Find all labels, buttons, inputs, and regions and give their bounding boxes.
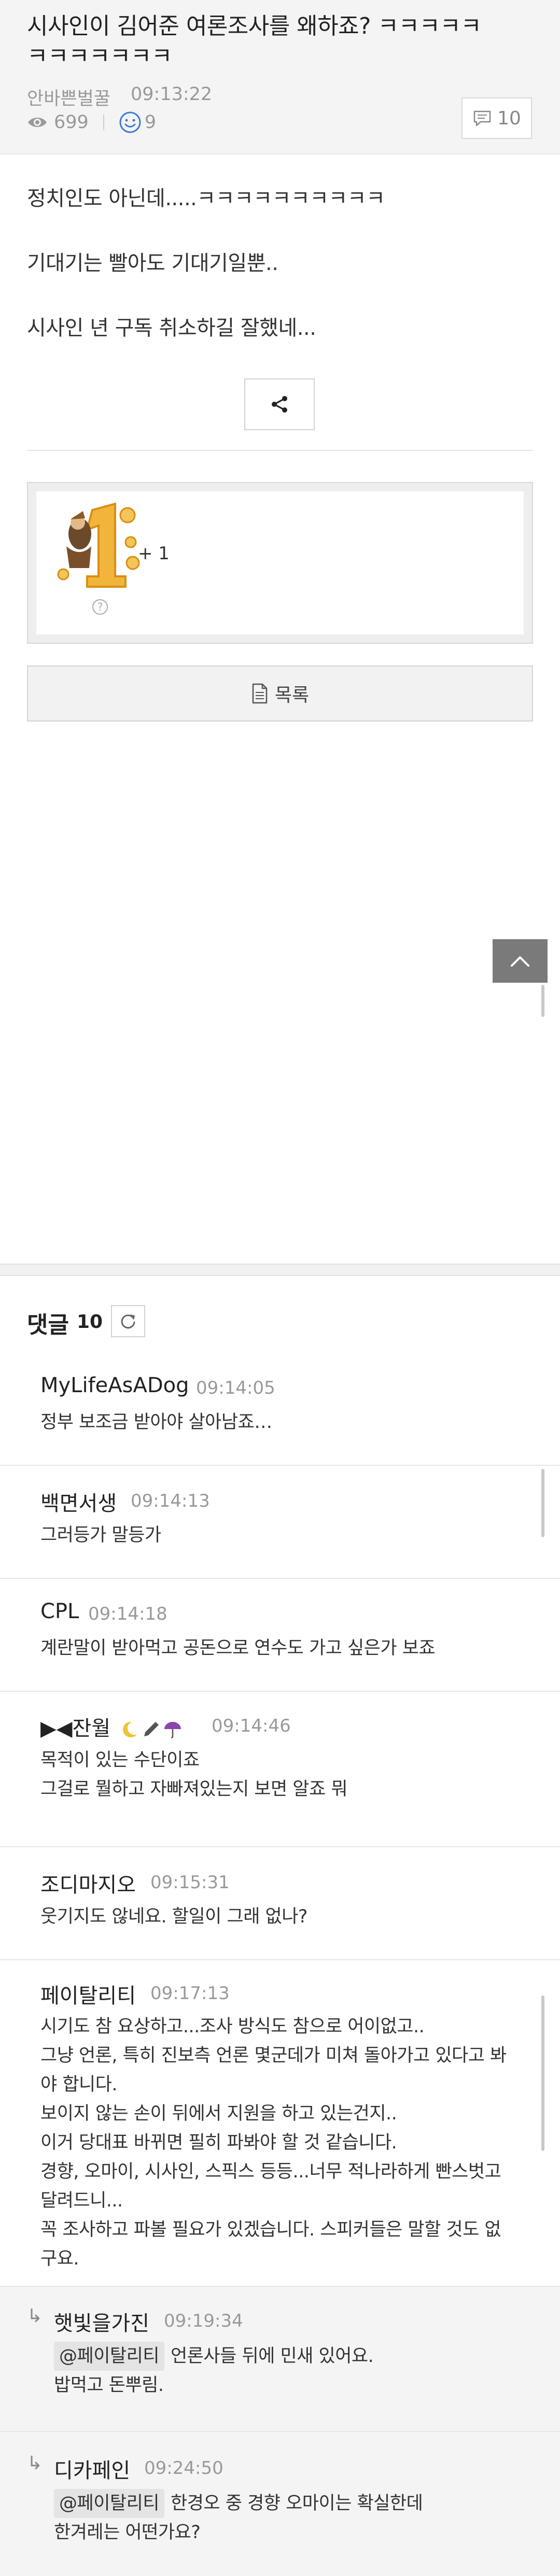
refresh-comments-button[interactable] [111,1305,145,1337]
post-title: 시사인이 김어준 여론조사를 왜하죠? ㅋㅋㅋㅋㅋㅋㅋㅋㅋㅋㅋㅋ [27,13,482,69]
document-icon [252,683,268,704]
comment-text: 그러등가 말등가 [40,1525,161,1546]
comment-text: 한겨레는 어떤가요? [54,2522,201,2543]
comment-text: 경향, 오마이, 시사인, 스픽스 등등...너무 적나라하게 빤스벗고 [40,2161,501,2182]
badge-plus-count: + 1 [138,543,170,564]
comment-text: 그걸로 뭘하고 자빠져있는지 보면 알죠 뭐 [40,1779,348,1800]
comment-text: 이거 당대표 바뀌면 필히 파봐야 할 것 같습니다. [40,2132,397,2153]
umbrella-icon [163,1720,183,1739]
comment-nickname[interactable]: 조디마지오 [40,1868,136,1898]
comment-nickname-text: ▶◀잔월 [40,1717,111,1740]
comment-nickname[interactable]: 디카페인 [54,2454,130,2484]
comment-time: 09:14:05 [196,1378,275,1398]
post-body-line: 시사인 년 구독 취소하길 잘했네... [27,316,316,340]
comment-time: 09:14:13 [131,1491,210,1511]
comment-text: 계란말이 받아먹고 공돈으로 연수도 가고 싶은가 보죠 [40,1638,436,1659]
comment-nickname[interactable]: 백면서생 [40,1487,117,1517]
moon-icon [119,1720,139,1739]
comment-text: 정부 보조금 받아야 살아남죠… [40,1412,272,1433]
section-separator [0,1264,560,1276]
comments-total-count: 10 [77,1311,103,1333]
comment-count-button[interactable]: 10 [461,97,532,139]
reply-line: 언론사들 뒤에 민새 있어요. [171,2346,374,2367]
eye-icon [28,118,47,127]
comment-time: 09:17:13 [150,1983,230,2004]
pen-icon [141,1720,161,1739]
comment-text: 보이지 않는 손이 뒤에서 지원을 하고 있는건지.. [40,2103,397,2124]
comment-item: MyLifeAsADog 09:14:05 정부 보조금 받아야 살아남죠… [0,1358,560,1466]
comment-text: 달려드니... [40,2190,123,2211]
comment-nickname[interactable]: ▶◀잔월 [40,1711,183,1742]
list-button-label: 목록 [274,685,310,706]
share-button[interactable] [244,378,315,430]
badge-box: + 1 ? [27,482,533,644]
smile-icon [119,111,141,133]
comment-count-label: 10 [497,107,521,129]
comment-text: 밥먹고 돈뿌림. [54,2375,164,2396]
comment-nickname[interactable]: CPL [40,1600,79,1623]
list-button[interactable]: 목록 [27,666,533,721]
author-name[interactable]: 안바쁜벌꿀 [27,84,110,110]
reply-item: ↳ 햇빛을가진 09:19:34 @페이탈리티 언론사들 뒤에 민새 있어요. 밥… [0,2287,560,2432]
view-count: 699 [54,112,89,133]
comment-text: @페이탈리티 한경오 중 경향 오마이는 확실한데 [54,2489,547,2518]
comment-time: 09:14:18 [88,1604,167,1624]
comment-text: 꼭 조사하고 파볼 필요가 있겠습니다. 스피커들은 말할 것도 없 [40,2219,501,2240]
meta-divider [103,115,104,130]
comment-item: ▶◀잔월 09:14:46 목적이 있는 수단이죠 그걸로 뭘하고 자빠져있는지… [0,1692,560,1847]
comments-heading: 댓글 [27,1312,69,1338]
comment-item: 백면서생 09:14:13 그러등가 말등가 [0,1466,560,1579]
comment-item: 페이탈리티 09:17:13 시기도 참 요상하고...조사 방식도 참으로 어… [0,1960,560,2287]
comment-text: 야 합니다. [40,2074,118,2095]
comment-time: 09:24:50 [144,2458,223,2479]
like-count: 9 [144,112,157,133]
share-icon [272,396,287,413]
comment-text: @페이탈리티 언론사들 뒤에 민새 있어요. [54,2342,547,2371]
post-time: 09:13:22 [131,84,213,105]
post-header: 시사인이 김어준 여론조사를 왜하죠? ㅋㅋㅋㅋㅋㅋㅋㅋㅋㅋㅋㅋ 안바쁜벌꿀 0… [0,0,560,154]
post-meta: 699 9 [27,111,156,134]
comment-nickname[interactable]: MyLifeAsADog [40,1374,189,1397]
badge-inner: + 1 ? [36,491,524,634]
refresh-icon [121,1314,135,1329]
comment-text: 목적이 있는 수단이죠 [40,1750,200,1771]
nickname-icons [119,1720,183,1739]
comment-nickname[interactable]: 햇빛을가진 [54,2306,149,2337]
mention-tag[interactable]: @페이탈리티 [54,2342,165,2371]
reply-arrow-icon: ↳ [27,2453,43,2474]
comment-item: CPL 09:14:18 계란말이 받아먹고 공돈으로 연수도 가고 싶은가 보… [0,1579,560,1692]
comment-nickname[interactable]: 페이탈리티 [40,1979,136,2009]
comment-text: 시기도 참 요상하고...조사 방식도 참으로 어이없고.. [40,2016,425,2037]
chevron-up-icon [511,956,529,967]
reply-arrow-icon: ↳ [27,2305,43,2327]
scrollbar[interactable] [541,1995,544,2151]
comment-time: 09:15:31 [150,1872,230,1893]
comment-text: 그냥 언론, 특히 진보측 언론 몇군데가 미쳐 돌아가고 있다고 봐 [40,2045,507,2066]
scroll-to-top-button[interactable] [493,939,548,983]
scrollbar[interactable] [541,985,544,1017]
mention-tag[interactable]: @페이탈리티 [54,2489,165,2518]
badge-number-one-icon [57,502,140,588]
comment-text: 웃기지도 않네요. 할일이 그래 없나? [40,1906,308,1927]
post-body-line: 기대기는 빨아도 기대기일뿐.. [27,251,278,275]
speech-bubble-icon [473,110,491,126]
reply-item: ↳ 디카페인 09:24:50 @페이탈리티 한경오 중 경향 오마이는 확실한데… [0,2432,560,2576]
post-body-line: 정치인도 아닌데.....ㅋㅋㅋㅋㅋㅋㅋㅋㅋㅋ [27,187,385,210]
help-icon[interactable]: ? [92,599,108,615]
scrollbar[interactable] [541,1469,544,1537]
comment-text: 구요. [40,2248,79,2269]
divider [27,450,533,451]
reply-line: 한경오 중 경향 오마이는 확실한데 [171,2493,423,2514]
comment-item: 조디마지오 09:15:31 웃기지도 않네요. 할일이 그래 없나? [0,1847,560,1960]
comment-time: 09:19:34 [164,2311,243,2331]
comment-time: 09:14:46 [212,1716,291,1736]
